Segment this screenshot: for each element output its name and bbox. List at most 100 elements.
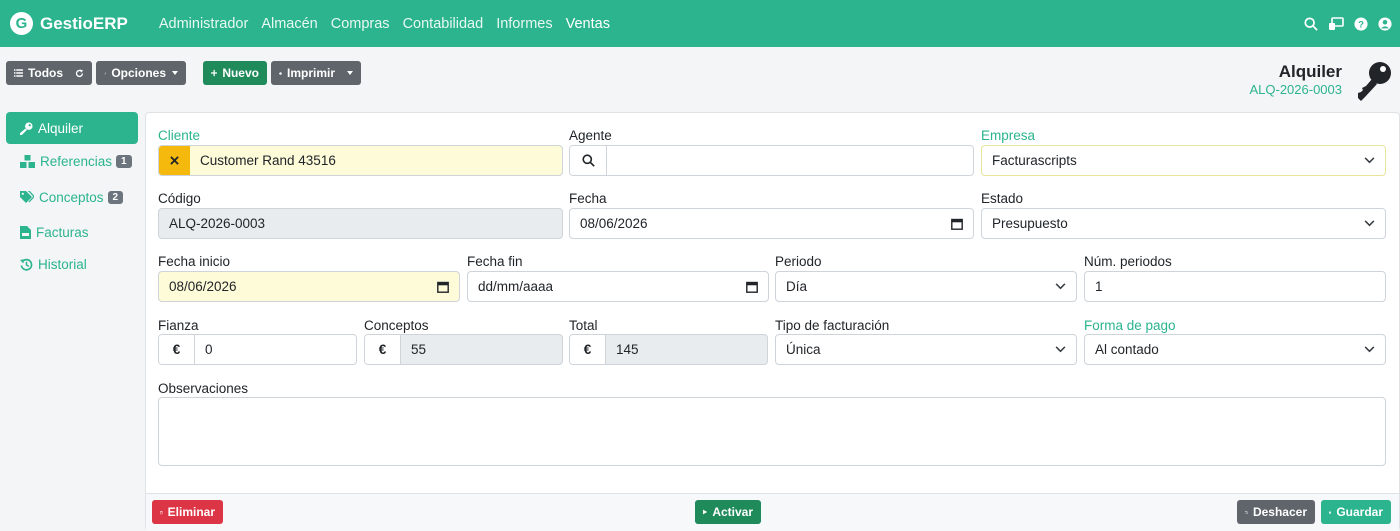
empresa-value: Facturascripts xyxy=(992,153,1077,168)
total-field: € 145 xyxy=(569,334,768,365)
menu-item-compras[interactable]: Compras xyxy=(331,16,390,32)
euro-icon: € xyxy=(159,335,195,364)
eliminar-label: Eliminar xyxy=(167,505,215,519)
nav-icons: ? xyxy=(1294,0,1392,47)
top-navbar: G GestioERP Administrador Almacén Compra… xyxy=(0,0,1400,47)
page-code: ALQ-2026-0003 xyxy=(1249,82,1342,97)
guardar-label: Guardar xyxy=(1336,505,1383,519)
sidebar-item-label: Conceptos xyxy=(39,189,104,205)
sidebar-item-conceptos[interactable]: Conceptos 2 xyxy=(6,181,138,213)
periodo-select[interactable]: Día xyxy=(775,271,1077,302)
sidebar-item-alquiler[interactable]: Alquiler xyxy=(6,112,138,144)
print-icon xyxy=(279,71,282,75)
observaciones-value xyxy=(159,398,1385,404)
fecha-label: Fecha xyxy=(569,191,607,206)
opciones-label: Opciones xyxy=(111,66,166,80)
empresa-label[interactable]: Empresa xyxy=(981,128,1035,143)
empresa-select[interactable]: Facturascripts xyxy=(981,145,1386,176)
eliminar-button[interactable]: Eliminar xyxy=(152,500,223,524)
activar-label: Activar xyxy=(712,505,753,519)
sidebar-item-referencias[interactable]: Referencias 1 xyxy=(6,145,138,177)
chevron-down-icon xyxy=(1055,283,1066,290)
trash-icon xyxy=(160,510,163,514)
sidebar-item-historial[interactable]: Historial xyxy=(6,248,138,280)
conceptos-label: Conceptos xyxy=(364,318,429,333)
clear-client-button[interactable] xyxy=(159,146,190,175)
calendar-icon[interactable] xyxy=(746,281,758,293)
sidebar-item-facturas[interactable]: Facturas xyxy=(6,216,138,248)
menu-item-administrador[interactable]: Administrador xyxy=(159,16,248,32)
menu-item-informes[interactable]: Informes xyxy=(496,16,552,32)
periodo-value: Día xyxy=(786,279,808,294)
cliente-field[interactable]: Customer Rand 43516 xyxy=(158,145,563,176)
calendar-icon[interactable] xyxy=(437,281,449,293)
brand-name: GestioERP xyxy=(40,13,128,33)
fecha-fin-value: dd/mm/aaaa xyxy=(478,279,554,294)
sidebar-item-label: Facturas xyxy=(36,224,89,240)
codigo-label: Código xyxy=(158,191,201,206)
chevron-down-icon xyxy=(172,71,178,75)
undo-icon xyxy=(1245,510,1248,514)
forma-pago-label[interactable]: Forma de pago xyxy=(1084,318,1176,333)
fecha-field[interactable]: 08/06/2026 xyxy=(569,208,974,239)
conceptos-value: 55 xyxy=(411,342,427,357)
fianza-label: Fianza xyxy=(158,318,199,333)
fecha-inicio-value: 08/06/2026 xyxy=(169,279,237,294)
fecha-fin-label: Fecha fin xyxy=(467,254,523,269)
wrench-icon xyxy=(104,72,107,75)
fianza-value: 0 xyxy=(205,342,213,357)
menu-item-ventas[interactable]: Ventas xyxy=(566,16,610,32)
file-invoice-icon xyxy=(20,225,31,239)
chevron-down-icon xyxy=(1364,346,1375,353)
tipo-facturacion-select[interactable]: Única xyxy=(775,334,1077,365)
help-icon[interactable]: ? xyxy=(1354,16,1368,31)
count-badge: 2 xyxy=(107,190,124,204)
sidebar-item-label: Alquiler xyxy=(38,120,84,136)
chevron-down-icon xyxy=(1364,157,1375,164)
count-badge: 1 xyxy=(116,154,132,168)
conceptos-field: € 55 xyxy=(364,334,563,365)
boxes-icon xyxy=(20,154,35,168)
refresh-icon xyxy=(75,68,84,77)
key-icon xyxy=(1358,62,1391,101)
user-icon[interactable] xyxy=(1378,16,1392,31)
cliente-value: Customer Rand 43516 xyxy=(200,153,336,168)
observaciones-label: Observaciones xyxy=(158,381,249,396)
brand[interactable]: G GestioERP xyxy=(10,12,128,35)
cliente-label[interactable]: Cliente xyxy=(158,128,200,143)
page-title: Alquiler xyxy=(1278,62,1342,81)
form-footer xyxy=(146,493,1399,531)
observaciones-textarea[interactable] xyxy=(158,397,1386,466)
num-periodos-field[interactable]: 1 xyxy=(1084,271,1386,302)
main-menu: Administrador Almacén Compras Contabilid… xyxy=(159,16,623,32)
menu-item-almacen[interactable]: Almacén xyxy=(261,16,317,32)
calendar-icon[interactable] xyxy=(951,218,963,230)
todos-button[interactable]: Todos xyxy=(6,61,92,85)
fianza-field[interactable]: € 0 xyxy=(158,334,357,365)
close-icon xyxy=(170,156,179,165)
deshacer-button[interactable]: Deshacer xyxy=(1237,500,1315,524)
forma-pago-select[interactable]: Al contado xyxy=(1084,334,1386,365)
nuevo-button[interactable]: Nuevo xyxy=(203,61,267,85)
euro-icon: € xyxy=(570,335,606,364)
save-icon xyxy=(1329,510,1332,514)
guardar-button[interactable]: Guardar xyxy=(1321,500,1391,524)
fecha-value: 08/06/2026 xyxy=(580,216,648,231)
plus-icon xyxy=(211,69,218,77)
remote-desktop-icon[interactable] xyxy=(1328,16,1344,31)
fecha-fin-field[interactable]: dd/mm/aaaa xyxy=(467,271,769,302)
imprimir-button[interactable]: Imprimir xyxy=(271,61,361,85)
fecha-inicio-label: Fecha inicio xyxy=(158,254,231,269)
euro-icon: € xyxy=(365,335,401,364)
search-icon[interactable] xyxy=(1304,16,1318,31)
agente-search-button[interactable] xyxy=(570,146,607,175)
activar-button[interactable]: Activar xyxy=(695,500,761,524)
agente-field[interactable] xyxy=(569,145,974,176)
fecha-inicio-field[interactable]: 08/06/2026 xyxy=(158,271,460,302)
total-label: Total xyxy=(569,318,598,333)
menu-item-contabilidad[interactable]: Contabilidad xyxy=(403,16,484,32)
opciones-button[interactable]: Opciones xyxy=(96,61,186,85)
nuevo-label: Nuevo xyxy=(222,66,259,80)
estado-select[interactable]: Presupuesto xyxy=(981,208,1386,239)
brand-logo: G xyxy=(10,12,33,35)
